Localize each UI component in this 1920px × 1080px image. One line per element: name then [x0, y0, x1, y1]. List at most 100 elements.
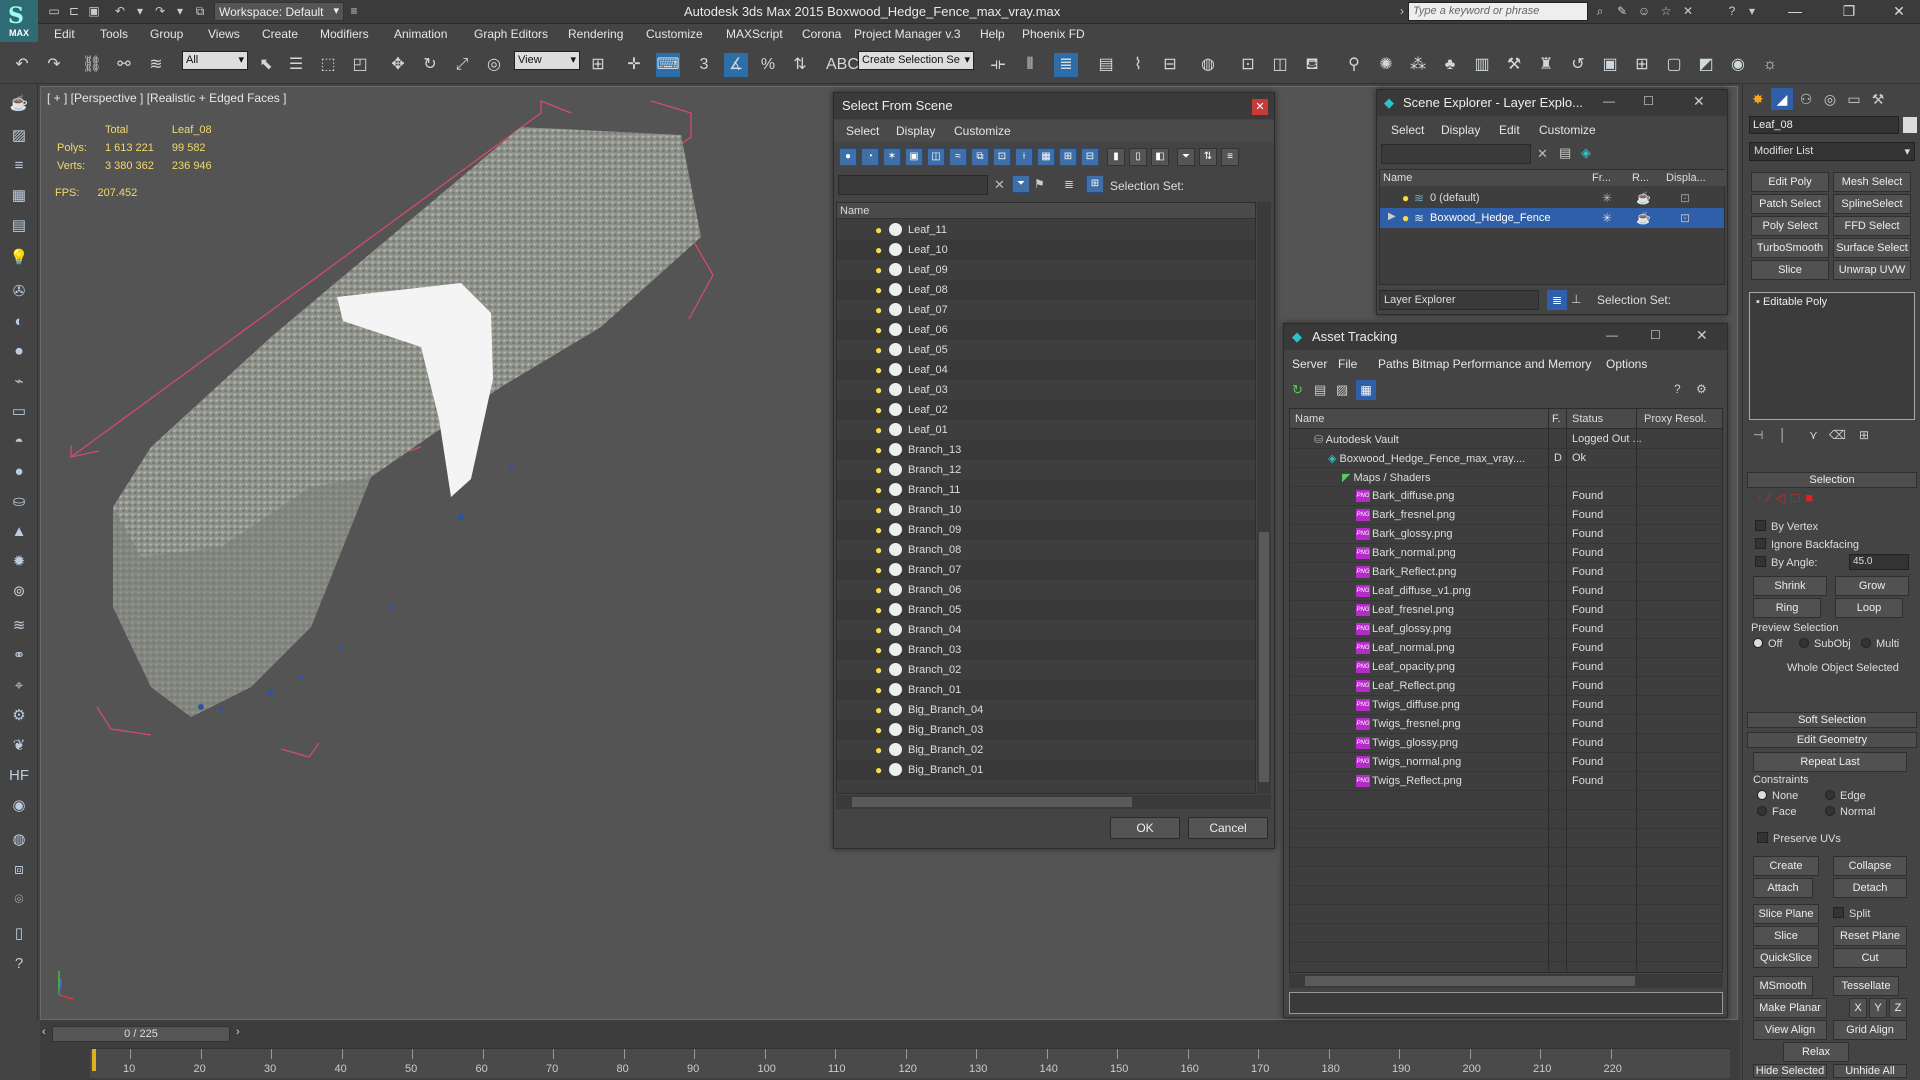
save-icon[interactable]: ▣	[86, 3, 102, 19]
hierarchy-mode-icon[interactable]: ⊥	[1571, 292, 1581, 306]
find-input[interactable]	[1381, 144, 1531, 164]
surface-select-button[interactable]: Surface Select	[1833, 238, 1911, 258]
sphere-icon[interactable]: ●	[7, 460, 31, 484]
track-bar[interactable]: 10 20 30 40 50 60 70 80 90 100 110 120 130 140 150 160 1…	[90, 1048, 1730, 1078]
select-place-icon[interactable]: ◎	[482, 53, 506, 77]
bulb-icon[interactable]: ●	[875, 423, 882, 437]
hierarchy-tab-icon[interactable]: ⚇	[1795, 88, 1817, 110]
bind-spacewarp-icon[interactable]: ≋	[144, 53, 168, 77]
grow-button[interactable]: Grow	[1835, 576, 1909, 596]
cycle-icon[interactable]: ↺	[1566, 53, 1590, 77]
undo-icon[interactable]: ↶	[10, 53, 34, 77]
preserve-uvs-checkbox[interactable]: Preserve UVs	[1757, 832, 1841, 845]
view-align-button[interactable]: View Align	[1753, 1020, 1827, 1040]
scene-object-row[interactable]: ● Branch_05	[837, 600, 1255, 620]
menu-edit[interactable]: Edit	[1499, 123, 1520, 137]
unhide-all-button[interactable]: Unhide All	[1833, 1064, 1907, 1078]
constraint-normal-radio[interactable]: Normal	[1825, 806, 1875, 818]
photo-icon[interactable]: ▨	[7, 124, 31, 148]
refresh-icon[interactable]: ↻	[1292, 382, 1303, 398]
page-icon[interactable]: ▯	[7, 922, 31, 946]
horizontal-scrollbar[interactable]	[1289, 974, 1723, 988]
layer-tools-icon[interactable]: ◈	[1581, 145, 1591, 161]
scrollbar-thumb[interactable]	[852, 797, 1132, 807]
invert-display-icon[interactable]: ◧	[1151, 148, 1169, 166]
list-view-icon[interactable]: ▤	[1314, 382, 1326, 398]
menu-file[interactable]: File	[1338, 357, 1357, 371]
grid-align-button[interactable]: Grid Align	[1833, 1020, 1907, 1040]
scene-object-row[interactable]: ● Branch_10	[837, 500, 1255, 520]
bulb-icon[interactable]: ●	[875, 283, 882, 297]
select-by-name-icon[interactable]: ☰	[284, 53, 308, 77]
named-selection-sets-dropdown[interactable]: Create Selection Se	[858, 51, 974, 70]
current-frame-marker[interactable]	[92, 1049, 96, 1071]
explorer-type-dropdown[interactable]: Layer Explorer	[1379, 290, 1539, 310]
close-icon[interactable]: ✕	[1696, 327, 1708, 344]
hide-selected-button[interactable]: Hide Selected	[1753, 1064, 1827, 1078]
toggle-ribbon-icon[interactable]: ▤	[1094, 53, 1118, 77]
by-vertex-checkbox[interactable]: By Vertex	[1755, 520, 1818, 533]
scrollbar-thumb[interactable]	[1259, 532, 1269, 782]
scene-object-row[interactable]: ● Branch_08	[837, 540, 1255, 560]
shrink-button[interactable]: Shrink	[1753, 576, 1827, 596]
relax-button[interactable]: Relax	[1783, 1042, 1849, 1062]
asset-row-map[interactable]: PNG Twigs_glossy.png Found	[1290, 734, 1722, 753]
new-file-icon[interactable]: ▭	[46, 3, 62, 19]
asset-row-map[interactable]: PNG Leaf_Reflect.png Found	[1290, 677, 1722, 696]
attach-button[interactable]: Attach	[1753, 878, 1813, 898]
make-unique-icon[interactable]: ⋎	[1809, 428, 1818, 442]
subobject-level-icons[interactable]: ·∕◁□■	[1757, 490, 1819, 506]
pin-stack-icon[interactable]: ⊣	[1753, 428, 1763, 442]
clear-find-icon[interactable]: ✕	[1537, 146, 1548, 162]
bulb-icon[interactable]: ●	[875, 363, 882, 377]
asset-row-map[interactable]: PNG Bark_diffuse.png Found	[1290, 487, 1722, 506]
planar-z-button[interactable]: Z	[1889, 998, 1907, 1018]
menu-phoenix-fd[interactable]: Phoenix FD	[1022, 27, 1085, 41]
grid-icon[interactable]: ▦	[7, 184, 31, 208]
bulb-icon[interactable]: ●	[875, 483, 882, 497]
quickslice-button[interactable]: QuickSlice	[1753, 948, 1819, 968]
scene-object-row[interactable]: ● Branch_04	[837, 620, 1255, 640]
edit-named-selection-icon[interactable]: ABC	[826, 53, 859, 77]
loop-button[interactable]: Loop	[1835, 598, 1903, 618]
app-logo[interactable]: S MAX	[0, 0, 38, 42]
cone-icon[interactable]: ▲	[7, 520, 31, 544]
menu-select[interactable]: Select	[1391, 123, 1424, 137]
bulb-icon[interactable]: ●	[875, 763, 882, 777]
remove-modifier-icon[interactable]: ⌫	[1829, 428, 1846, 442]
menu-options[interactable]: Options	[1606, 357, 1647, 371]
plant-icon[interactable]: ❦	[7, 734, 31, 758]
teapot-icon[interactable]: ☕	[7, 92, 31, 116]
frozen-icon[interactable]: ✳	[1602, 211, 1612, 225]
menu-server[interactable]: Server	[1292, 357, 1327, 371]
redo-icon[interactable]: ↷	[42, 53, 66, 77]
scrollbar-thumb[interactable]	[1305, 976, 1635, 986]
scene-object-row[interactable]: ● Branch_13	[837, 440, 1255, 460]
slice-modifier-button[interactable]: Slice	[1751, 260, 1829, 280]
asset-row-map[interactable]: PNG Bark_normal.png Found	[1290, 544, 1722, 563]
tool-icon[interactable]: ⚒	[1502, 53, 1526, 77]
vertical-scrollbar[interactable]	[1257, 202, 1271, 794]
window-title[interactable]: Scene Explorer - Layer Explo...	[1377, 90, 1727, 116]
rotate-icon[interactable]: ↻	[418, 53, 442, 77]
bulb-icon[interactable]: ●	[875, 703, 882, 717]
clear-filter-icon[interactable]: ✕	[994, 177, 1005, 193]
name-filter-input[interactable]	[838, 175, 988, 195]
display-none-icon[interactable]: ▯	[1129, 148, 1147, 166]
favorites-icon[interactable]: ☆	[1658, 3, 1674, 19]
prev-frame-icon[interactable]: ‹	[42, 1026, 46, 1038]
display-icon[interactable]: ⊡	[1680, 211, 1690, 225]
hair-icon[interactable]: ≋	[7, 614, 31, 638]
schematic-view-icon[interactable]: ⊟	[1158, 53, 1182, 77]
time-slider[interactable]: 0 / 225	[52, 1026, 230, 1042]
frozen-filter-icon[interactable]: ⊞	[1059, 148, 1077, 166]
hf-icon[interactable]: HF	[7, 764, 31, 788]
asset-row-max-file[interactable]: ◈ Boxwood_Hedge_Fence_max_vray.... D Ok	[1290, 449, 1722, 468]
preview-subobj-radio[interactable]: SubObj	[1799, 638, 1851, 650]
horizontal-scrollbar[interactable]	[836, 795, 1271, 809]
highlight-filter-icon[interactable]: ⏷	[1012, 175, 1030, 193]
render-production-icon[interactable]: ⛾	[1300, 53, 1324, 77]
scene-object-row[interactable]: ● Branch_06	[837, 580, 1255, 600]
constraint-edge-radio[interactable]: Edge	[1825, 790, 1866, 802]
selection-filter-dropdown[interactable]: All	[182, 51, 248, 70]
